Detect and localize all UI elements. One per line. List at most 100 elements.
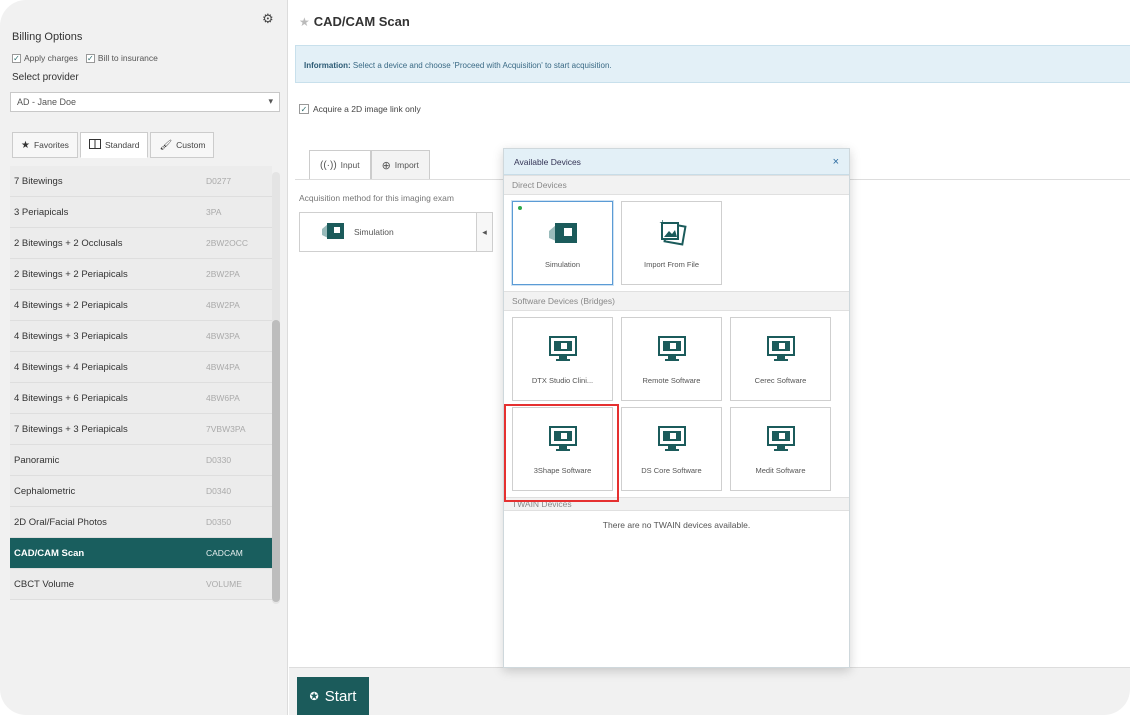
bottom-bar (289, 667, 1130, 715)
list-item[interactable]: 4 Bitewings + 2 Periapicals 4BW2PA (10, 290, 272, 321)
device-tile-ds-core-software[interactable]: DS Core Software (621, 407, 722, 491)
exam-name: CBCT Volume (14, 578, 75, 590)
list-item[interactable]: 4 Bitewings + 3 Periapicals 4BW3PA (10, 321, 272, 352)
svg-text:+: + (659, 219, 666, 227)
device-tile-cerec-software[interactable]: Cerec Software (730, 317, 831, 401)
info-banner: Information: Select a device and choose … (295, 45, 1130, 83)
exam-code: 4BW3PA (206, 331, 240, 341)
exam-list: 7 Bitewings D0277 3 Periapicals 3PA 2 Bite… (10, 166, 272, 600)
device-label: DTX Studio Clini... (531, 376, 594, 385)
exam-name: 3 Periapicals (14, 206, 69, 218)
device-label: 3Shape Software (533, 466, 592, 475)
chevron-left-icon[interactable]: ◂ (477, 212, 493, 252)
billing-checkboxes: ✓ Apply charges ✓ Bill to insurance (12, 53, 158, 63)
section-direct-devices: Direct Devices (504, 175, 849, 195)
list-item[interactable]: Panoramic D0330 (10, 445, 272, 476)
info-bold: Information: (304, 61, 351, 70)
software-devices-row1: DTX Studio Clini... Remote Software Cere… (504, 311, 849, 404)
popup-header: Available Devices × (504, 149, 849, 175)
apply-charges-checkbox[interactable]: ✓ Apply charges (12, 53, 78, 63)
device-tile-simulation[interactable]: Simulation (512, 201, 613, 285)
tab-label: Standard (104, 140, 140, 150)
exam-name: Cephalometric (14, 485, 76, 497)
monitor-icon (548, 334, 577, 364)
start-label: Start (324, 687, 357, 705)
exam-code: 2BW2PA (206, 269, 240, 279)
device-label: Cerec Software (754, 376, 807, 385)
list-scrollbar[interactable] (272, 172, 280, 604)
billing-options-title: Billing Options (12, 31, 83, 43)
monitor-icon (766, 424, 795, 454)
software-devices-row2: 3Shape Software DS Core Software Medit S… (504, 404, 849, 497)
exam-code: 4BW6PA (206, 393, 240, 403)
exam-name: 4 Bitewings + 3 Periapicals (14, 330, 128, 342)
selected-device-box[interactable]: Simulation (299, 212, 477, 252)
gear-icon[interactable]: ⚙ (262, 11, 274, 27)
exam-code: 4BW4PA (206, 362, 240, 372)
app-window: ⚙ Billing Options ✓ Apply charges ✓ Bill… (0, 0, 1130, 715)
device-tile-import-file[interactable]: + Import From File (621, 201, 722, 285)
exam-name: 7 Bitewings (14, 175, 63, 187)
camera-icon (320, 221, 346, 243)
tab-standard[interactable]: Standard (79, 132, 149, 158)
start-button[interactable]: ✪ Start (297, 677, 369, 715)
exam-code: VOLUME (206, 579, 242, 589)
device-tile-medit-software[interactable]: Medit Software (730, 407, 831, 491)
device-tile-3shape-software[interactable]: 3Shape Software (512, 407, 613, 491)
exam-name: 4 Bitewings + 4 Periapicals (14, 361, 128, 373)
page-title: ★ CAD/CAM Scan (299, 14, 410, 29)
monitor-icon (657, 334, 686, 364)
sidebar: ⚙ Billing Options ✓ Apply charges ✓ Bill… (0, 0, 288, 715)
chevron-down-icon: ▾ (268, 96, 273, 106)
page-title-text: CAD/CAM Scan (313, 14, 410, 29)
exam-name: 7 Bitewings + 3 Periapicals (14, 423, 128, 435)
list-item[interactable]: 2 Bitewings + 2 Occlusals 2BW2OCC (10, 228, 272, 259)
exam-name: Panoramic (14, 454, 60, 466)
close-icon[interactable]: × (833, 156, 839, 168)
tab-input[interactable]: ((·)) Input (309, 150, 371, 180)
acquire-label: Acquire a 2D image link only (313, 104, 421, 114)
list-item[interactable]: 7 Bitewings + 3 Periapicals 7VBW3PA (10, 414, 272, 445)
provider-select[interactable]: AD - Jane Doe ▾ (10, 92, 280, 112)
selected-device-label: Simulation (354, 227, 394, 237)
tab-favorites[interactable]: ★ Favorites (12, 132, 78, 158)
import-icon: ⊕ (381, 159, 391, 172)
image-import-icon: + (657, 218, 687, 248)
tab-label: Import (394, 160, 419, 170)
list-item[interactable]: 4 Bitewings + 4 Periapicals 4BW4PA (10, 352, 272, 383)
monitor-icon (766, 334, 795, 364)
scrollbar-thumb[interactable] (272, 320, 280, 602)
acquisition-method-label: Acquisition method for this imaging exam (299, 193, 454, 203)
bill-insurance-label: Bill to insurance (97, 53, 158, 63)
exam-code: 3PA (206, 207, 222, 217)
available-devices-popup: Available Devices × Direct Devices Simul… (503, 148, 850, 668)
apply-charges-label: Apply charges (24, 53, 78, 63)
list-item[interactable]: 4 Bitewings + 6 Periapicals 4BW6PA (10, 383, 272, 414)
twain-empty-message: There are no TWAIN devices available. (602, 520, 751, 530)
favorite-star-icon[interactable]: ★ (299, 15, 310, 29)
exam-code: D0277 (206, 176, 232, 186)
list-item[interactable]: 2D Oral/Facial Photos D0350 (10, 507, 272, 538)
exam-code: D0350 (206, 517, 232, 527)
device-tile-dtx-studio[interactable]: DTX Studio Clini... (512, 317, 613, 401)
exam-code: D0330 (206, 455, 232, 465)
start-icon: ✪ (309, 690, 319, 703)
list-item[interactable]: 3 Periapicals 3PA (10, 197, 272, 228)
list-item[interactable]: 2 Bitewings + 2 Periapicals 2BW2PA (10, 259, 272, 290)
acquire-2d-checkbox[interactable]: ✓ Acquire a 2D image link only (299, 104, 421, 114)
list-item[interactable]: 7 Bitewings D0277 (10, 166, 272, 197)
tab-import[interactable]: ⊕ Import (370, 150, 430, 180)
info-text: Select a device and choose 'Proceed with… (350, 61, 612, 70)
list-item-selected[interactable]: CAD/CAM Scan CADCAM (10, 538, 272, 569)
device-tile-remote-software[interactable]: Remote Software (621, 317, 722, 401)
exam-name: 4 Bitewings + 6 Periapicals (14, 392, 128, 404)
list-item[interactable]: Cephalometric D0340 (10, 476, 272, 507)
tab-label: Input (340, 160, 360, 170)
bill-insurance-checkbox[interactable]: ✓ Bill to insurance (85, 53, 158, 63)
columns-icon (88, 138, 101, 152)
input-tabs: ((·)) Input ⊕ Import (309, 150, 430, 180)
tab-custom[interactable]: 🖌 Custom (150, 132, 215, 158)
exam-name: 2 Bitewings + 2 Occlusals (14, 237, 123, 249)
list-item[interactable]: CBCT Volume VOLUME (10, 569, 272, 600)
provider-value: AD - Jane Doe (17, 97, 77, 107)
